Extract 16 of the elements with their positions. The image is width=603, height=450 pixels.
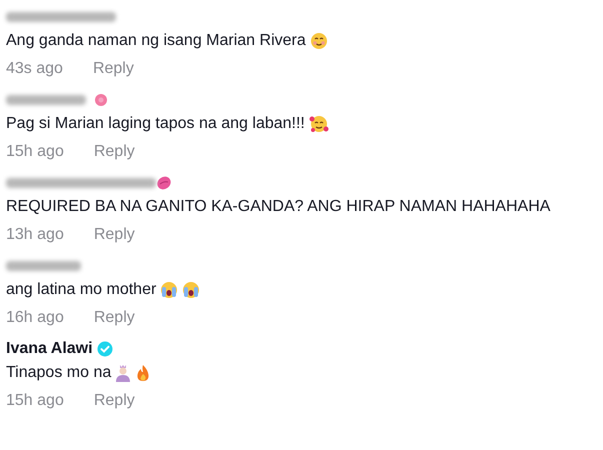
comment-text: Tinapos mo na: [6, 363, 112, 383]
comment-text: Ang ganda naman ng isang Marian Rivera: [6, 31, 306, 51]
username[interactable]: Ivana Alawi: [6, 337, 93, 361]
reply-button[interactable]: Reply: [94, 223, 135, 247]
comment-time: 43s ago: [6, 59, 63, 79]
comment-text: REQUIRED BA NA GANITO KA-GANDA? ANG HIRAP NAMAN HAHAHAHA: [6, 197, 550, 217]
comment-time: 15h ago: [6, 391, 64, 411]
comment-text: ang latina mo mother: [6, 280, 156, 300]
reply-button[interactable]: Reply: [94, 389, 135, 413]
comment-time: 13h ago: [6, 225, 64, 245]
reply-button[interactable]: Reply: [92, 57, 134, 81]
comment-time: 16h ago: [6, 308, 64, 328]
comment-time: 15h ago: [6, 142, 64, 162]
comment-text: Pag si Marian laging tapos na ang laban!!!: [6, 114, 305, 134]
reply-button[interactable]: Reply: [94, 306, 135, 330]
reply-button[interactable]: Reply: [94, 140, 135, 164]
